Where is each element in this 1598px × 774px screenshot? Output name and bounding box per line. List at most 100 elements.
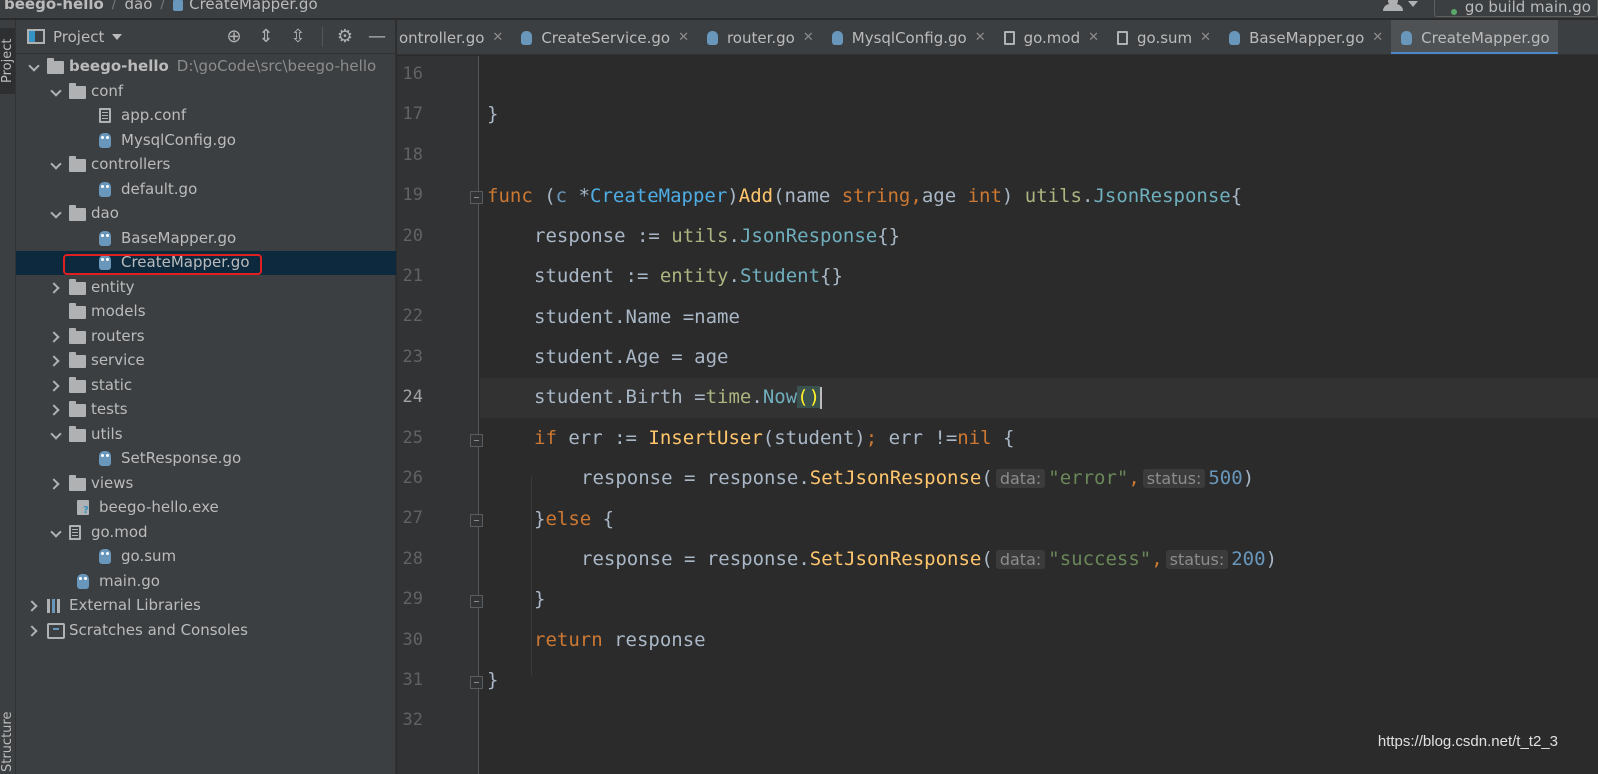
breadcrumb-folder[interactable]: dao <box>125 0 153 13</box>
chevron-right-icon[interactable] <box>51 381 61 391</box>
line-number: 32 <box>402 710 423 731</box>
user-icon[interactable] <box>1380 0 1420 15</box>
chevron-down-icon[interactable] <box>29 62 39 72</box>
project-tool-tab[interactable]: Project <box>0 28 15 94</box>
folder-icon <box>69 278 86 295</box>
chevron-down-icon[interactable] <box>51 87 61 97</box>
tree-item[interactable]: main.go <box>16 570 396 594</box>
editor-tab-label: go.mod <box>1023 28 1081 47</box>
close-icon[interactable]: ✕ <box>803 30 814 45</box>
tree-item[interactable]: views <box>16 472 396 496</box>
tree-item[interactable]: conf <box>16 80 396 104</box>
close-icon[interactable]: ✕ <box>1200 30 1211 45</box>
editor-tab[interactable]: router.go ✕ <box>697 20 822 54</box>
tree-item[interactable]: beego-hello.exe <box>16 496 396 520</box>
text-file-icon <box>99 108 111 123</box>
tree-item-label: controllers <box>91 155 171 173</box>
chevron-right-icon[interactable] <box>51 479 61 489</box>
expand-all-icon[interactable]: ⇕ <box>256 27 276 47</box>
close-icon[interactable]: ✕ <box>678 30 689 45</box>
folder-icon <box>69 401 86 417</box>
line-number: 30 <box>402 629 423 650</box>
editor-tab[interactable]: MysqlConfig.go ✕ <box>822 20 994 54</box>
folder-icon <box>69 156 86 172</box>
tree-item[interactable]: dao <box>16 202 396 226</box>
code-line-22: student.Name =name <box>534 306 740 328</box>
line-number: 17 <box>402 104 423 125</box>
tree-item[interactable]: app.conf <box>16 104 396 128</box>
fold-marker-icon[interactable] <box>470 514 483 528</box>
editor-tab[interactable]: BaseMapper.go ✕ <box>1219 20 1391 54</box>
chevron-right-icon[interactable] <box>51 283 61 293</box>
tree-item-label: SetResponse.go <box>121 449 242 467</box>
chevron-down-icon[interactable] <box>112 33 123 40</box>
fold-marker-icon[interactable] <box>470 676 483 689</box>
breadcrumb-file[interactable]: CreateMapper.go <box>173 0 318 13</box>
editor-tab[interactable]: CreateService.go ✕ <box>511 20 697 54</box>
tree-item[interactable]: MysqlConfig.go <box>16 129 396 153</box>
locate-file-icon[interactable]: ⊕ <box>224 27 244 47</box>
close-icon[interactable]: ✕ <box>1372 30 1383 45</box>
run-status-icon <box>1450 8 1457 15</box>
close-icon[interactable]: ✕ <box>1088 30 1099 45</box>
chevron-right-icon[interactable] <box>51 356 61 366</box>
line-number: 26 <box>402 468 423 488</box>
tree-item[interactable]: utils <box>16 423 396 447</box>
tree-item[interactable]: go.sum <box>16 545 396 569</box>
parameter-hint-status: status: <box>1142 469 1206 488</box>
chevron-down-icon[interactable] <box>51 209 61 219</box>
fold-marker-icon[interactable] <box>470 191 483 205</box>
structure-tool-tab[interactable]: Structure <box>0 710 15 774</box>
tree-item[interactable]: beego-hello D:\goCode\src\beego-hello <box>16 55 396 79</box>
chevron-down-icon[interactable] <box>51 528 61 538</box>
breadcrumb-project[interactable]: beego-hello <box>4 0 104 13</box>
chevron-right-icon[interactable] <box>29 601 39 611</box>
fold-marker-icon[interactable] <box>470 433 483 447</box>
tree-item[interactable]: controllers <box>16 153 396 177</box>
chevron-down-icon[interactable] <box>51 160 61 170</box>
project-panel-title[interactable]: Project <box>53 28 104 46</box>
chevron-down-icon[interactable] <box>51 430 61 440</box>
editor-tab[interactable]: ontroller.go ✕ <box>397 20 511 54</box>
fold-marker-icon[interactable] <box>470 595 483 609</box>
tree-item[interactable]: default.go <box>16 178 396 202</box>
editor-tab[interactable]: go.sum ✕ <box>1107 20 1219 54</box>
code-line-20: response := utils.JsonResponse{} <box>534 225 901 247</box>
chevron-right-icon[interactable] <box>51 405 61 415</box>
chevron-right-icon[interactable] <box>51 332 61 342</box>
hide-panel-icon[interactable]: — <box>367 27 387 47</box>
toolbar-right: go build main.go <box>1380 0 1598 18</box>
run-configuration-selector[interactable]: go build main.go <box>1433 0 1598 17</box>
tree-item[interactable]: tests <box>16 398 396 422</box>
go-file-icon <box>1229 30 1241 45</box>
chevron-right-icon[interactable] <box>29 626 39 636</box>
tree-item[interactable]: routers <box>16 325 396 349</box>
tree-item[interactable]: service <box>16 349 396 373</box>
code-editor[interactable]: 16 17 18 19 20 21 22 23 24 25 26 27 28 29 30 31 32 } fun… <box>397 56 1598 774</box>
tree-item[interactable]: BaseMapper.go <box>16 227 396 251</box>
editor-tab[interactable]: go.mod ✕ <box>994 20 1107 54</box>
tree-item[interactable]: go.mod <box>16 521 396 545</box>
executable-file-icon <box>77 500 89 516</box>
toolbar-divider <box>322 27 323 47</box>
close-icon[interactable]: ✕ <box>492 30 503 45</box>
tree-item[interactable]: External Libraries <box>16 594 396 618</box>
tree-item[interactable]: Scratches and Consoles <box>16 619 396 643</box>
line-number: 23 <box>402 346 423 367</box>
tree-item[interactable]: entity <box>16 276 396 300</box>
go-file-icon <box>99 181 111 197</box>
run-configuration-label: go build main.go <box>1464 0 1591 16</box>
code-line-17: } <box>487 103 499 125</box>
tree-item[interactable]: static <box>16 374 396 398</box>
gear-icon[interactable]: ⚙ <box>335 27 355 47</box>
tree-item[interactable]: models <box>16 300 396 324</box>
collapse-all-icon[interactable]: ⇳ <box>288 27 308 47</box>
breadcrumb-separator: / <box>111 0 117 12</box>
tree-item-label: Scratches and Consoles <box>69 620 248 639</box>
editor-tab-label: BaseMapper.go <box>1249 28 1365 47</box>
project-panel-tools: ⊕ ⇕ ⇳ ⚙ — <box>212 20 395 54</box>
close-icon[interactable]: ✕ <box>975 30 986 45</box>
code-line-31: } <box>487 669 499 691</box>
tree-item[interactable]: SetResponse.go <box>16 447 396 471</box>
editor-tab[interactable]: CreateMapper.go <box>1391 20 1558 54</box>
